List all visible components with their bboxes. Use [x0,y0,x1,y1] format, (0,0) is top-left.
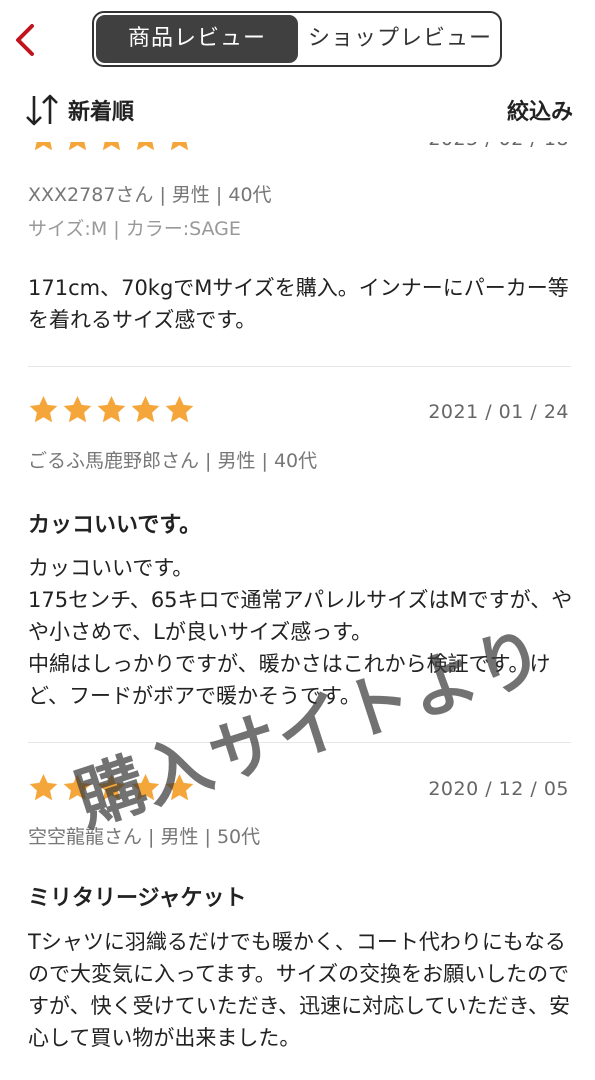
review-date: 2025 / 02 / 18 [428,142,569,150]
reviewer-info: XXX2787さん | 男性 | 40代 [28,184,272,206]
star-icon [97,396,126,423]
chevron-left-icon [16,24,34,56]
star-rating [28,394,195,428]
star-rating [28,142,195,156]
star-icon [29,396,58,423]
review-list[interactable]: 2025 / 02 / 18 XXX2787さん | 男性 | 40代 サイズ:… [0,142,595,1080]
star-icon [63,396,92,423]
top-bar: 商品レビュー ショップレビュー [0,0,595,80]
star-icon [165,396,194,423]
reviewer-info: ごるふ馬鹿野郎さん | 男性 | 40代 [28,450,318,472]
review-body: カッコいいです。 175センチ、65キロで通常アパレルサイズはMですが、やや小さ… [28,556,573,708]
review-date: 2021 / 01 / 24 [428,401,569,423]
sort-filter-bar: 新着順 絞込み [0,80,595,142]
star-rating [28,772,195,806]
tab-shop-reviews[interactable]: ショップレビュー [300,13,500,65]
star-icon [131,774,160,801]
tab-product-reviews[interactable]: 商品レビュー [96,15,298,63]
sort-arrows-icon [26,94,58,126]
star-icon [102,142,121,151]
divider [28,742,571,743]
review-title: ミリタリージャケット [28,886,247,911]
star-icon [170,142,189,151]
divider [28,366,571,367]
star-icon [136,142,155,151]
filter-button[interactable]: 絞込み [507,94,573,126]
back-button[interactable] [8,20,42,60]
review-date: 2020 / 12 / 05 [428,778,569,800]
reviewer-info: 空空龍龍さん | 男性 | 50代 [28,826,261,848]
review-body: Tシャツに羽織るだけでも暖かく、コート代わりにもなるので大変気に入ってます。サイ… [28,930,571,1050]
review-body: 171cm、70kgでMサイズを購入。インナーにパーカー等を着れるサイズ感です。 [28,276,569,332]
sort-button[interactable]: 新着順 [24,92,134,128]
purchase-attributes: サイズ:M | カラー:SAGE [28,218,241,240]
star-icon [131,396,160,423]
star-icon [165,774,194,801]
star-icon [68,142,87,151]
sort-label: 新着順 [68,100,135,125]
star-icon [29,774,58,801]
star-icon [63,774,92,801]
star-icon [34,142,53,151]
review-title: カッコいいです。 [28,513,202,538]
review-type-switch: 商品レビュー ショップレビュー [92,11,502,67]
star-icon [97,774,126,801]
